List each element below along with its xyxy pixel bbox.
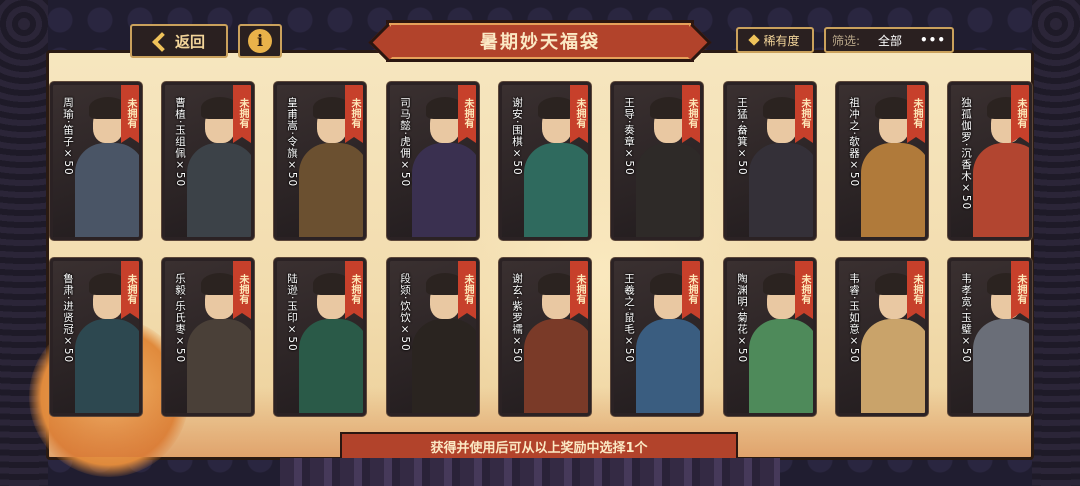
hero-card[interactable]: 王猛·畚箕×50 未拥有 (724, 82, 816, 240)
hero-name: 韦孝宽·玉璧×50 (960, 273, 972, 364)
unowned-badge: 未拥有 (570, 85, 588, 143)
unowned-badge: 未拥有 (1011, 261, 1029, 319)
unowned-badge: 未拥有 (458, 85, 476, 143)
hero-card[interactable]: 乐毅·乐氏枣×50 未拥有 (162, 258, 254, 416)
hero-card[interactable]: 谢玄·紫罗襦×50 未拥有 (499, 258, 591, 416)
hero-card[interactable]: 王羲之·鼠毛×50 未拥有 (611, 258, 703, 416)
hero-robe (524, 319, 588, 413)
hero-robe (636, 319, 700, 413)
unowned-badge: 未拥有 (682, 85, 700, 143)
hero-robe (861, 143, 925, 237)
unowned-badge: 未拥有 (233, 85, 251, 143)
unowned-badge: 未拥有 (1011, 85, 1029, 143)
hero-name: 鲁肃·进贤冠×50 (62, 273, 74, 364)
hero-name: 陆逊·玉印×50 (286, 273, 298, 352)
hero-name: 独孤伽罗·沉香木×50 (960, 97, 972, 211)
hero-name: 段颎·饮饮×50 (399, 273, 411, 352)
hero-card[interactable]: 祖冲之·欹器×50 未拥有 (836, 82, 928, 240)
rarity-label: 稀有度 (763, 33, 800, 48)
filter-value: 全部 (878, 33, 903, 48)
hero-card[interactable]: 陆逊·玉印×50 未拥有 (274, 258, 366, 416)
unowned-badge: 未拥有 (907, 261, 925, 319)
hero-robe (973, 143, 1029, 237)
unowned-badge: 未拥有 (570, 261, 588, 319)
right-border-decoration (1032, 0, 1080, 486)
hero-name: 皇甫嵩·令旗×50 (286, 97, 298, 188)
hero-card[interactable]: 司马懿·虎佣×50 未拥有 (387, 82, 479, 240)
hero-card[interactable]: 皇甫嵩·令旗×50 未拥有 (274, 82, 366, 240)
unowned-badge: 未拥有 (233, 261, 251, 319)
hero-name: 谢安·围棋×50 (511, 97, 523, 176)
hero-name: 陶渊明·菊花×50 (736, 273, 748, 364)
unowned-badge: 未拥有 (795, 261, 813, 319)
hero-robe (75, 143, 139, 237)
back-button-label: 返回 (174, 32, 205, 51)
info-icon: i (248, 29, 272, 53)
unowned-badge: 未拥有 (907, 85, 925, 143)
hero-name: 祖冲之·欹器×50 (848, 97, 860, 188)
unowned-badge: 未拥有 (458, 261, 476, 319)
unowned-badge: 未拥有 (121, 85, 139, 143)
filter-dropdown[interactable]: 筛选: 全部 ••• (824, 27, 954, 53)
hero-robe (299, 143, 363, 237)
hero-card[interactable]: 王导·奏章×50 未拥有 (611, 82, 703, 240)
hero-card[interactable]: 谢安·围棋×50 未拥有 (499, 82, 591, 240)
reward-instruction: 获得并使用后可从以上奖励中选择1个 (340, 432, 738, 460)
hero-card[interactable]: 韦睿·玉如意×50 未拥有 (836, 258, 928, 416)
hero-robe (749, 319, 813, 413)
hero-name: 谢玄·紫罗襦×50 (511, 273, 523, 364)
hero-robe (412, 143, 476, 237)
hero-name: 周瑜·笛子×50 (62, 97, 74, 176)
hero-robe (636, 143, 700, 237)
hero-card[interactable]: 韦孝宽·玉璧×50 未拥有 (948, 258, 1032, 416)
hero-robe (973, 319, 1029, 413)
hero-name: 曹植·玉组佩×50 (174, 97, 186, 188)
rarity-sort-button[interactable]: 稀有度 (736, 27, 814, 53)
hero-name: 乐毅·乐氏枣×50 (174, 273, 186, 364)
unowned-badge: 未拥有 (345, 85, 363, 143)
info-button[interactable]: i (238, 24, 282, 58)
hero-card[interactable]: 曹植·玉组佩×50 未拥有 (162, 82, 254, 240)
hero-name: 王导·奏章×50 (623, 97, 635, 176)
unowned-badge: 未拥有 (682, 261, 700, 319)
hero-robe (524, 143, 588, 237)
hero-robe (299, 319, 363, 413)
hero-card[interactable]: 周瑜·笛子×50 未拥有 (50, 82, 142, 240)
unowned-badge: 未拥有 (121, 261, 139, 319)
unowned-badge: 未拥有 (345, 261, 363, 319)
diamond-icon (748, 34, 761, 46)
back-button[interactable]: 返回 (130, 24, 228, 58)
hero-robe (75, 319, 139, 413)
hero-name: 司马懿·虎佣×50 (399, 97, 411, 188)
hero-card[interactable]: 陶渊明·菊花×50 未拥有 (724, 258, 816, 416)
hero-robe (861, 319, 925, 413)
hero-robe (749, 143, 813, 237)
hero-name: 王猛·畚箕×50 (736, 97, 748, 176)
more-icon: ••• (919, 33, 946, 47)
hero-name: 王羲之·鼠毛×50 (623, 273, 635, 364)
unowned-badge: 未拥有 (795, 85, 813, 143)
hero-card[interactable]: 鲁肃·进贤冠×50 未拥有 (50, 258, 142, 416)
hero-robe (187, 143, 251, 237)
hero-name: 韦睿·玉如意×50 (848, 273, 860, 364)
filter-label: 筛选: (832, 33, 861, 48)
hero-card[interactable]: 独孤伽罗·沉香木×50 未拥有 (948, 82, 1032, 240)
page-title: 暑期妙天福袋 (386, 20, 694, 62)
city-skyline-decoration (280, 458, 780, 486)
hero-robe (187, 319, 251, 413)
hero-card[interactable]: 段颎·饮饮×50 未拥有 (387, 258, 479, 416)
back-arrow-icon (153, 32, 167, 50)
hero-robe (412, 319, 476, 413)
